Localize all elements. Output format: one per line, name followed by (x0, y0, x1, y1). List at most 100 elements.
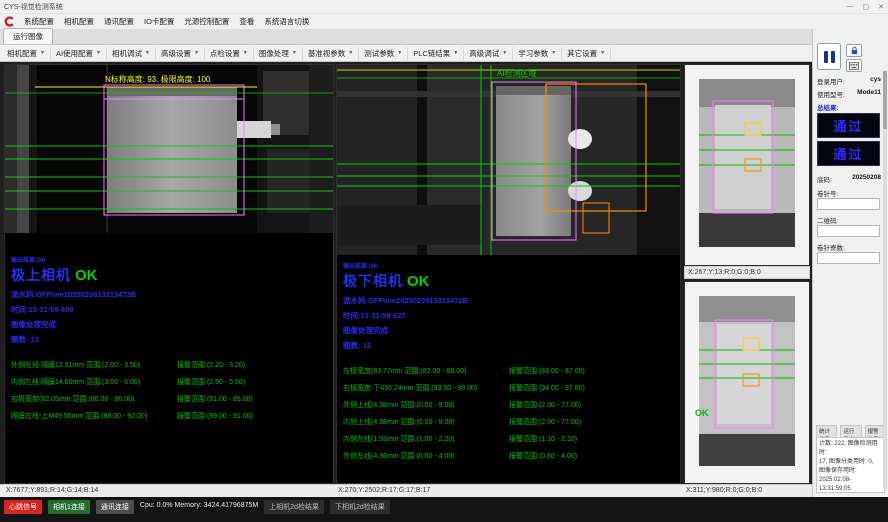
middle-camera-coords: X:270;Y:2502;R:17;G:17;B:17 (338, 487, 430, 494)
chevron-down-icon: ▼ (502, 50, 507, 56)
tab-run-image[interactable]: 运行图像 (3, 28, 53, 44)
cpu-memory-text: Cpu: 0.0% Memory: 3424.41796875M (140, 500, 258, 509)
toolbar-item-ai-config[interactable]: AI使用配置▼ (51, 47, 107, 60)
control-panel-scrollbar[interactable] (883, 71, 887, 489)
heartbeat-badge: 心跳信号 (4, 500, 42, 514)
keyboard-icon (849, 62, 859, 70)
chevron-down-icon: ▼ (292, 50, 297, 56)
aux-top-coords: X:267;Y:13;R:0;G:0;B:0 (684, 266, 810, 279)
chevron-down-icon: ▼ (600, 50, 605, 56)
chevron-down-icon: ▼ (348, 50, 353, 56)
menu-item-camera-config[interactable]: 相机配置 (59, 15, 99, 28)
total-result-label: 总结果: (817, 102, 839, 112)
chevron-down-icon: ▼ (243, 50, 248, 56)
aux-ok-label: OK (695, 408, 709, 418)
chevron-down-icon: ▼ (194, 50, 199, 56)
total-result-display-1: 通过 (817, 113, 880, 138)
output-result-line: 输出结果:OK (11, 255, 329, 264)
toolbar: 相机配置▼ AI使用配置▼ 相机调试▼ 高级设置▼ 点检设置▼ 图像处理▼ 基准… (0, 45, 812, 62)
batch-code-value: 20250208 (852, 174, 881, 184)
measurement-row: 内侧上线(4.38mm 范围:(0.00 - 9.00)报警范围:(2.00 -… (343, 417, 676, 427)
menu-item-comm-config[interactable]: 通讯配置 (99, 15, 139, 28)
time-line: 时间:13-31-59-627 (343, 310, 676, 321)
chevron-down-icon: ▼ (145, 50, 150, 56)
login-user-value: cys (870, 76, 881, 86)
toolbar-item-advanced-debug[interactable]: 高级调试▼ (464, 47, 513, 60)
stats-panel: 计数: 222, 图像检测用时: 17, 图像分类用时: 0, 图像保存用时: … (816, 437, 885, 493)
middle-camera-panel: AI检测区域 输出结果:OK 极下相机OK 流水码:OFFline2025020… (336, 64, 681, 484)
chevron-down-icon: ▼ (40, 50, 45, 56)
serial-line: 流水码:OFFline2025020813313472B (343, 295, 676, 306)
process-line: 图像处理完成 (11, 319, 329, 330)
toolbar-item-advanced-settings[interactable]: 高级设置▼ (156, 47, 205, 60)
menu-item-light-config[interactable]: 光源控制配置 (179, 15, 234, 28)
toolbar-item-test-params[interactable]: 测试参数▼ (359, 47, 408, 60)
pause-button[interactable] (817, 43, 841, 70)
qr-code-label: 二维码: (817, 215, 838, 225)
minimize-button[interactable]: — (847, 3, 854, 11)
camera-link-badge: 相机1连接 (48, 500, 90, 514)
aux-camera-top-image[interactable] (685, 65, 809, 265)
menubar: 系统配置 相机配置 通讯配置 IO卡配置 光源控制配置 查看 系统语言切换 (0, 14, 888, 29)
count-line: 圈数: 13 (11, 334, 329, 345)
middle-camera-image[interactable]: AI检测区域 (337, 65, 680, 255)
toolbar-item-other-settings[interactable]: 其它设置▼ (562, 47, 611, 60)
needle-count-input[interactable] (817, 252, 880, 264)
menu-item-system-config[interactable]: 系统配置 (19, 15, 59, 28)
toolbar-item-image-process[interactable]: 图像处理▼ (254, 47, 303, 60)
tab-bar: 运行图像 (0, 29, 812, 45)
lock-button[interactable] (846, 44, 862, 57)
app-window: CYS-视觉检测系统 — ▢ ✕ 系统配置 相机配置 通讯配置 IO卡配置 光源… (0, 0, 888, 522)
menu-item-io-config[interactable]: IO卡配置 (139, 15, 179, 28)
aux-camera-bottom-panel: OK (684, 281, 810, 484)
ok-status: OK (75, 267, 98, 284)
window-title: CYS-视觉检测系统 (4, 2, 63, 12)
toolbar-item-camera-config[interactable]: 相机配置▼ (2, 47, 51, 60)
ai-region-label: AI检测区域 (497, 68, 537, 78)
menu-item-view[interactable]: 查看 (234, 15, 259, 28)
menu-item-language-switch[interactable]: 系统语言切换 (259, 15, 314, 28)
model-value: Mode11 (857, 89, 881, 99)
close-button[interactable]: ✕ (878, 3, 884, 11)
toolbar-item-baseline-params[interactable]: 基准视参数▼ (303, 47, 359, 60)
qr-code-input[interactable] (817, 225, 880, 237)
titlebar: CYS-视觉检测系统 — ▢ ✕ (0, 0, 888, 14)
toolbar-item-spot-check[interactable]: 点检设置▼ (205, 47, 254, 60)
left-result-block: 输出结果:OK 极上相机OK 流水码:OFFline20250208133134… (11, 255, 329, 421)
camera-name: 极下相机 (343, 273, 403, 289)
measurement-row: 右极宽度-下495.24mm 范围:(93.00 - 98.00)报警范围:(9… (343, 383, 676, 393)
pause-icon (824, 51, 835, 63)
lock-icon (850, 46, 859, 55)
measurement-row: 外侧上线(4.38mm 范围:(0.00 - 9.00)报警范围:(2.00 -… (343, 400, 676, 410)
output-result-line: 输出结果:OK (343, 261, 676, 270)
aux-camera-bottom-image[interactable]: OK (685, 282, 809, 483)
left-camera-image[interactable]: N标称高度: 93. 极限高度: 100 (5, 65, 333, 233)
chevron-down-icon: ▼ (453, 50, 458, 56)
chevron-down-icon: ▼ (397, 50, 402, 56)
aux-bottom-coords: X:311;Y:980;R:0;G:0;B:0 (686, 487, 762, 494)
serial-line: 流水码:OFFline2025020813313472B (11, 289, 329, 300)
total-result-display-2: 通过 (817, 141, 880, 166)
keyboard-button[interactable] (846, 59, 862, 72)
toolbar-item-learning-params[interactable]: 学习参数▼ (513, 47, 562, 60)
needle-count-label: 卷针寄数: (817, 242, 845, 252)
height-overlay-text: N标称高度: 93. 极限高度: 100 (105, 74, 211, 84)
control-panel: 登录用户: cys 使用型号: Mode11 总结果: 通过 通过 底码: 20… (812, 29, 888, 497)
upper-camera-result-text: 上相机2d检结果 (264, 500, 324, 514)
camera-name: 极上相机 (11, 267, 71, 283)
aux-camera-top-panel (684, 64, 810, 266)
toolbar-item-camera-debug[interactable]: 相机调试▼ (107, 47, 156, 60)
comm-link-badge: 通讯连接 (96, 500, 134, 514)
maximize-button[interactable]: ▢ (863, 3, 870, 11)
needle-number-input[interactable] (817, 198, 880, 210)
bottom-statusbar: 心跳信号 相机1连接 通讯连接 Cpu: 0.0% Memory: 3424.4… (0, 497, 888, 522)
toolbar-item-plc-link[interactable]: PLC链结果▼ (408, 47, 464, 60)
measurement-row: 外侧左线(4.36mm 范围:(0.60 - 4.00)报警范围:(0.60 -… (343, 451, 676, 461)
measurement-row: 内侧左线(1.93mm 范围:(1.00 - 2.20)报警范围:(1.10 -… (343, 434, 676, 444)
time-line: 时间:13-31-59-600 (11, 304, 329, 315)
middle-result-block: 输出结果:OK 极下相机OK 流水码:OFFline20250208133134… (343, 261, 676, 461)
model-label: 使用型号: (817, 89, 845, 99)
chevron-down-icon: ▼ (96, 50, 101, 56)
chevron-down-icon: ▼ (551, 50, 556, 56)
lower-camera-result-text: 下相机2d检结果 (330, 500, 390, 514)
